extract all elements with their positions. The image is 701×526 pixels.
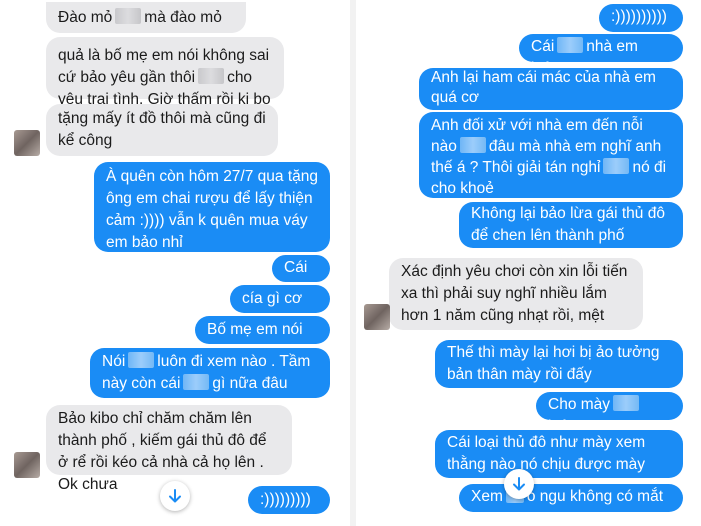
redacted-blur <box>459 137 486 153</box>
outgoing-message: À quên còn hôm 27/7 qua tặng ông em chai… <box>94 162 330 252</box>
outgoing-message: Cái gì <box>272 255 330 298</box>
incoming-message: Xác định yêu chơi còn xin lỗi tiến xa th… <box>389 258 643 330</box>
incoming-message: Đào mỏ mà đào mỏ <box>46 2 246 33</box>
contact-avatar[interactable] <box>364 304 390 330</box>
redacted-blur <box>183 374 210 390</box>
outgoing-message: Anh lại ham cái mác của nhà em quá cơ <box>419 68 683 110</box>
redacted-blur <box>557 37 584 53</box>
scroll-to-bottom-button[interactable] <box>504 469 534 499</box>
redacted-blur <box>115 8 142 24</box>
incoming-message: tặng mấy ít đồ thôi mà cũng đi kể công <box>46 104 278 156</box>
redacted-blur <box>128 352 155 368</box>
arrow-down-icon <box>169 489 181 503</box>
incoming-message: Bảo kibo chỉ chăm chăm lên thành phố , k… <box>46 405 292 493</box>
outgoing-message: Xem o ngu không có mắt <box>459 484 683 512</box>
contact-avatar[interactable] <box>14 452 40 478</box>
outgoing-message: Thế thì mày lại hơi bị ảo tưởng bản thân… <box>435 340 683 388</box>
outgoing-message: Anh đối xử với nhà em đến nỗi nào đâu mà … <box>419 112 683 198</box>
outgoing-message: :)))))))))) <box>599 4 683 32</box>
outgoing-message: cía gì cơ ??? <box>230 285 330 329</box>
redacted-blur <box>613 395 640 411</box>
left-chat-panel: Đào mỏ mà đào mỏ quả là bố mẹ em nói khôn… <box>0 0 350 526</box>
contact-avatar[interactable] <box>14 130 40 156</box>
outgoing-message: Cáinhà em luôn <box>519 34 683 77</box>
outgoing-message: Cho màyluôn <box>536 392 683 435</box>
incoming-message: quả là bố mẹ em nói không sai cứ bảo yêu… <box>46 37 284 128</box>
outgoing-message: Không lại bảo lừa gái thủ đô để chen lên… <box>459 202 683 248</box>
outgoing-message: Cái loại thủ đô như mày xem thằng nào nó… <box>435 430 683 478</box>
outgoing-message: Nói luôn đi xem nào . Tầm này còn cái gì n… <box>90 348 330 398</box>
redacted-blur <box>603 158 630 174</box>
right-chat-panel: :)))))))))) Cáinhà em luôn Anh lại ham c… <box>356 0 701 526</box>
arrow-down-icon <box>513 477 525 491</box>
redacted-blur <box>198 68 225 84</box>
outgoing-message: :))))))))) <box>248 486 330 514</box>
outgoing-message: Bố mẹ em nói gì ? <box>195 316 330 360</box>
scroll-to-bottom-button[interactable] <box>160 481 190 511</box>
